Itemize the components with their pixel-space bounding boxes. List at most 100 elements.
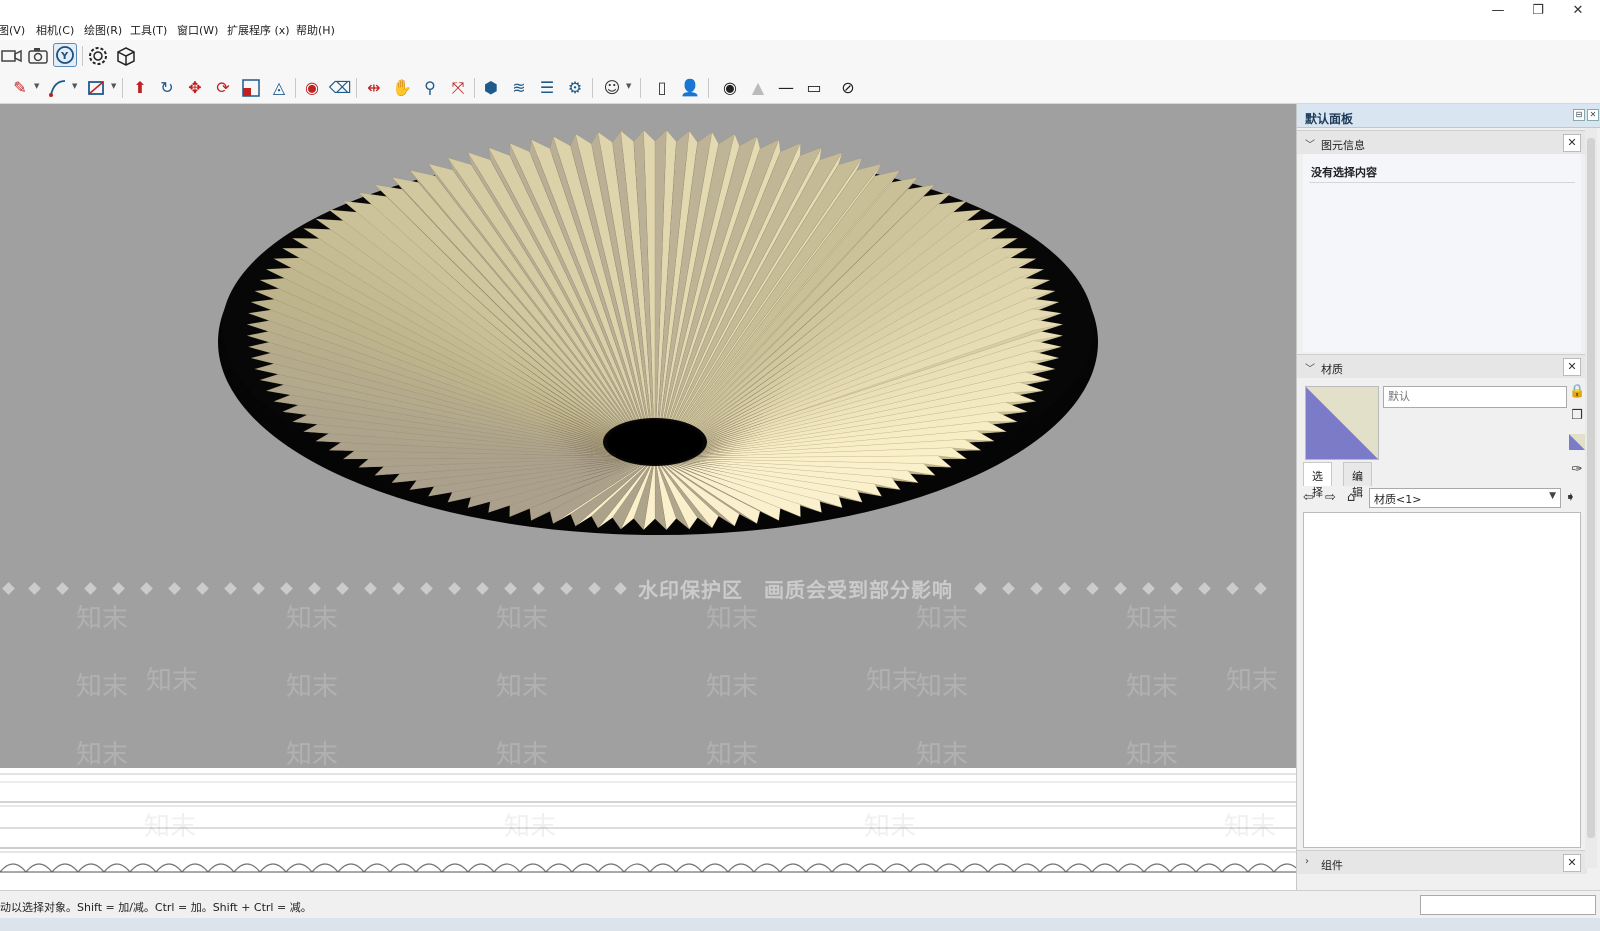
lock-icon[interactable]: 🔒 — [1569, 384, 1585, 400]
zoom-icon[interactable]: ⚲ — [418, 76, 442, 100]
restore-button[interactable]: ❐ — [1526, 2, 1550, 20]
sample-paint-icon[interactable] — [1569, 434, 1585, 450]
rectangle-icon[interactable] — [84, 76, 108, 100]
close-window-button[interactable]: ✕ — [1566, 2, 1590, 20]
scallop — [129, 863, 157, 873]
scallop — [363, 863, 391, 873]
scallop — [675, 863, 703, 873]
chevron-down-icon[interactable]: ▼ — [626, 82, 631, 90]
watermark-logo: 知末 — [706, 672, 759, 702]
scrollbar-thumb[interactable] — [1587, 138, 1595, 838]
tab-select[interactable]: 选择 — [1303, 462, 1332, 499]
watermark-logo: 知末 — [1126, 604, 1179, 634]
close-icon[interactable]: ✕ — [1563, 854, 1581, 872]
library-select[interactable]: 材质<1> ▼ — [1369, 488, 1561, 508]
chevron-down-icon[interactable]: ▼ — [34, 82, 39, 90]
back-icon[interactable]: ⇦ — [1303, 490, 1314, 505]
entity-info-header[interactable]: ﹀ 图元信息 ✕ — [1297, 130, 1587, 154]
menu-draw[interactable]: 绘图(R) — [84, 22, 122, 38]
stack-icon[interactable]: ☰ — [535, 76, 559, 100]
close-icon[interactable]: ✕ — [1563, 134, 1581, 152]
pin-icon[interactable]: ⊟ — [1573, 109, 1585, 121]
person-icon[interactable]: 👤 — [678, 76, 702, 100]
scallop — [1143, 863, 1171, 873]
section-icon[interactable]: ⬢ — [479, 76, 503, 100]
menu-help[interactable]: 帮助(H) — [296, 22, 335, 38]
toolbar-views: Y — [0, 40, 1600, 72]
chevron-right-icon[interactable]: › — [1305, 856, 1309, 867]
menu-camera[interactable]: 相机(C) — [36, 22, 74, 38]
offset-icon[interactable]: ◬ — [267, 76, 291, 100]
home-icon[interactable]: ⌂ — [1347, 490, 1355, 505]
user-icon[interactable]: ☺ — [600, 76, 624, 100]
orbit-icon[interactable]: Y — [53, 43, 77, 67]
scallop — [623, 863, 651, 873]
arc-icon[interactable] — [46, 76, 70, 100]
scallop — [155, 863, 183, 873]
scale-icon[interactable] — [239, 76, 263, 100]
scallop — [1091, 863, 1119, 873]
pencil-icon[interactable]: ✎ — [8, 76, 32, 100]
materials-label: 材质 — [1321, 363, 1343, 376]
tape-icon[interactable]: ⇹ — [362, 76, 386, 100]
measurements-box[interactable] — [1420, 895, 1596, 915]
watermark-logo: 知末 — [286, 672, 339, 702]
scallop — [571, 863, 599, 873]
toolbar-separator — [640, 78, 641, 98]
chevron-down-icon[interactable]: ▼ — [72, 82, 77, 90]
pan-icon[interactable]: ✋ — [390, 76, 414, 100]
material-library-list[interactable] — [1303, 512, 1581, 848]
close-icon[interactable]: ✕ — [1563, 358, 1581, 376]
close-icon[interactable]: ✕ — [1587, 109, 1599, 121]
scallop — [103, 863, 131, 873]
menu-tools[interactable]: 工具(T) — [130, 22, 167, 38]
square-icon[interactable]: ▭ — [802, 76, 826, 100]
tray-scrollbar[interactable] — [1585, 128, 1597, 868]
watermark-logo: 知末 — [496, 604, 549, 634]
paint-icon[interactable]: ◉ — [300, 76, 324, 100]
details-arrow-icon[interactable]: ➧ — [1565, 490, 1576, 505]
material-create-icon[interactable]: ❒ — [1569, 408, 1585, 424]
push-pull-icon[interactable]: ⬆ — [128, 76, 152, 100]
eraser-icon[interactable]: ⌫ — [328, 76, 352, 100]
scallop — [1117, 863, 1145, 873]
tab-edit[interactable]: 编辑 — [1343, 462, 1372, 499]
scallop — [233, 863, 261, 873]
camera-icon[interactable] — [26, 44, 50, 68]
rotate-icon[interactable]: ⟳ — [211, 76, 235, 100]
follow-me-icon[interactable]: ↻ — [155, 76, 179, 100]
scallop — [259, 863, 287, 873]
gear-icon[interactable] — [86, 44, 110, 68]
watermark-logo: 知末 — [916, 672, 969, 702]
layers-icon[interactable]: ≋ — [507, 76, 531, 100]
watermark-logo: 知末 — [706, 604, 759, 634]
move-icon[interactable]: ✥ — [183, 76, 207, 100]
camera-video-icon[interactable] — [0, 44, 24, 68]
menu-view[interactable]: 图(V) — [0, 22, 25, 38]
cube-icon[interactable] — [114, 44, 138, 68]
hide-icon[interactable]: ⊘ — [836, 76, 860, 100]
minimize-button[interactable]: — — [1486, 2, 1510, 20]
menu-window[interactable]: 窗口(W) — [177, 22, 218, 38]
chevron-down-icon[interactable]: ▼ — [1549, 491, 1556, 501]
zoom-extents-icon[interactable]: ⤧ — [446, 76, 470, 100]
chevron-down-icon[interactable]: ﹀ — [1305, 136, 1315, 151]
chevron-down-icon[interactable]: ﹀ — [1305, 360, 1315, 375]
page-icon[interactable]: ▯ — [650, 76, 674, 100]
line-icon[interactable]: — — [774, 76, 798, 100]
materials-header[interactable]: ﹀ 材质 ✕ — [1297, 354, 1587, 378]
model-viewport[interactable]: 水印保护区 画质会受到部分影响 知末 知末 知末 知末 知末 知末 知末 知末 … — [0, 104, 1296, 768]
forward-icon[interactable]: ⇨ — [1325, 490, 1336, 505]
eyedropper-icon[interactable]: ✑ — [1569, 462, 1585, 478]
point-icon[interactable]: ◉ — [718, 76, 742, 100]
material-swatch[interactable] — [1305, 386, 1379, 460]
material-name-input[interactable] — [1383, 386, 1567, 408]
styles-icon[interactable]: ⚙ — [563, 76, 587, 100]
cone-icon[interactable]: ▲ — [746, 76, 770, 100]
chevron-down-icon[interactable]: ▼ — [111, 82, 116, 90]
menu-extensions[interactable]: 扩展程序 (x) — [227, 22, 290, 38]
scallop — [701, 863, 729, 873]
watermark-logo: 知末 — [916, 740, 969, 768]
scallop — [51, 863, 79, 873]
components-header[interactable]: › 组件 ✕ — [1297, 850, 1587, 874]
